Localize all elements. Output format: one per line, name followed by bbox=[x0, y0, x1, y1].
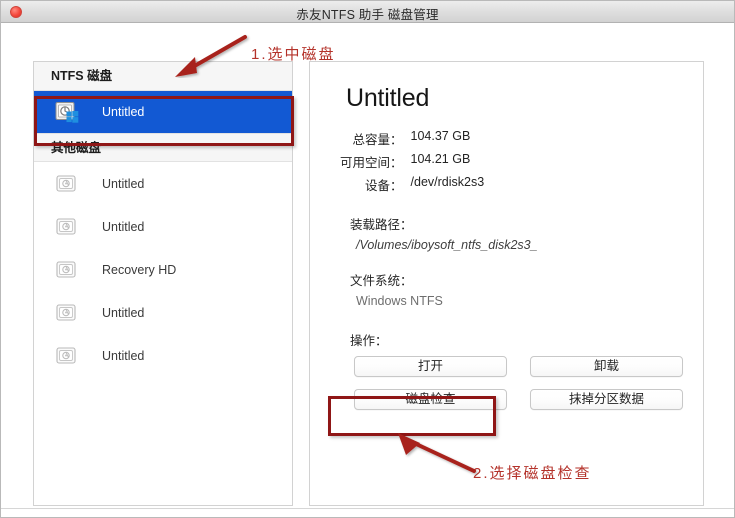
open-button[interactable]: 打开 bbox=[354, 356, 507, 377]
disk-list-item-ntfs-untitled[interactable]: Untitled bbox=[34, 91, 292, 133]
disk-list-item-recovery-hd[interactable]: Recovery HD bbox=[34, 248, 292, 291]
disk-list-item-label: Recovery HD bbox=[102, 262, 177, 277]
group-header-other: 其他磁盘 bbox=[34, 133, 292, 162]
table-row: 设备： /dev/rdisk2s3 bbox=[340, 173, 484, 196]
footer-bar: 了解更多成都艾勃科技的产品，请访问我们的官网：https://aibotech.… bbox=[1, 508, 734, 517]
disk-list-item-label: Untitled bbox=[102, 305, 145, 320]
hard-disk-icon bbox=[54, 215, 80, 239]
hard-disk-icon bbox=[54, 344, 80, 368]
window-title: 赤友NTFS 助手 磁盘管理 bbox=[296, 8, 439, 22]
total-capacity-label: 总容量： bbox=[352, 133, 403, 147]
unmount-button[interactable]: 卸载 bbox=[530, 356, 683, 377]
disk-detail-panel: Untitled 总容量： 104.37 GB 可用空间： 104.21 GB … bbox=[309, 61, 704, 506]
device-value: /dev/rdisk2s3 bbox=[410, 175, 485, 189]
device-label: 设备： bbox=[365, 179, 403, 193]
mount-path-value: /Volumes/iboysoft_ntfs_disk2s3_ bbox=[356, 238, 538, 252]
annotation-step2-text: 2.选择磁盘检查 bbox=[473, 465, 592, 482]
disk-info-table: 总容量： 104.37 GB 可用空间： 104.21 GB 设备： /dev/… bbox=[340, 127, 484, 196]
group-header-ntfs: NTFS 磁盘 bbox=[34, 62, 292, 91]
disk-list-item-untitled-3[interactable]: Untitled bbox=[34, 291, 292, 334]
disk-list-panel: NTFS 磁盘 Untitled 其他磁盘 Untitled Untitled … bbox=[33, 61, 293, 506]
file-system-label: 文件系统： bbox=[350, 274, 413, 288]
hard-disk-icon bbox=[54, 172, 80, 196]
table-row: 可用空间： 104.21 GB bbox=[340, 150, 484, 173]
title-bar: 赤友NTFS 助手 磁盘管理 bbox=[1, 1, 734, 23]
disk-detail-title: Untitled bbox=[346, 84, 430, 112]
file-system-section: 文件系统： Windows NTFS bbox=[350, 270, 681, 308]
app-window: 赤友NTFS 助手 磁盘管理 NTFS 磁盘 Untitled 其他磁盘 Unt… bbox=[0, 0, 735, 518]
mount-path-section: 装载路径： /Volumes/iboysoft_ntfs_disk2s3_ bbox=[350, 214, 681, 252]
free-space-value: 104.21 GB bbox=[410, 152, 471, 166]
operations-button-grid: 打开 卸载 磁盘检查 抹掉分区数据 bbox=[354, 356, 683, 410]
disk-list-item-untitled-4[interactable]: Untitled bbox=[34, 334, 292, 377]
content-area: NTFS 磁盘 Untitled 其他磁盘 Untitled Untitled … bbox=[1, 24, 734, 517]
erase-partition-button[interactable]: 抹掉分区数据 bbox=[530, 389, 683, 410]
ntfs-disk-icon bbox=[54, 100, 80, 124]
annotation-step1-text: 1.选中磁盘 bbox=[251, 46, 336, 63]
disk-check-button[interactable]: 磁盘检查 bbox=[354, 389, 507, 410]
total-capacity-value: 104.37 GB bbox=[410, 129, 471, 143]
operations-label: 操作： bbox=[350, 334, 388, 348]
disk-list-item-label: Untitled bbox=[102, 348, 145, 363]
disk-list-item-untitled-2[interactable]: Untitled bbox=[34, 205, 292, 248]
mount-path-label: 装载路径： bbox=[350, 218, 413, 232]
hard-disk-icon bbox=[54, 301, 80, 325]
table-row: 总容量： 104.37 GB bbox=[340, 127, 484, 150]
file-system-value: Windows NTFS bbox=[356, 294, 443, 308]
disk-list-item-label: Untitled bbox=[102, 105, 145, 119]
disk-list-item-label: Untitled bbox=[102, 176, 145, 191]
free-space-label: 可用空间： bbox=[340, 156, 403, 170]
disk-list-item-label: Untitled bbox=[102, 219, 145, 234]
hard-disk-icon bbox=[54, 258, 80, 282]
disk-list-item-untitled-1[interactable]: Untitled bbox=[34, 162, 292, 205]
